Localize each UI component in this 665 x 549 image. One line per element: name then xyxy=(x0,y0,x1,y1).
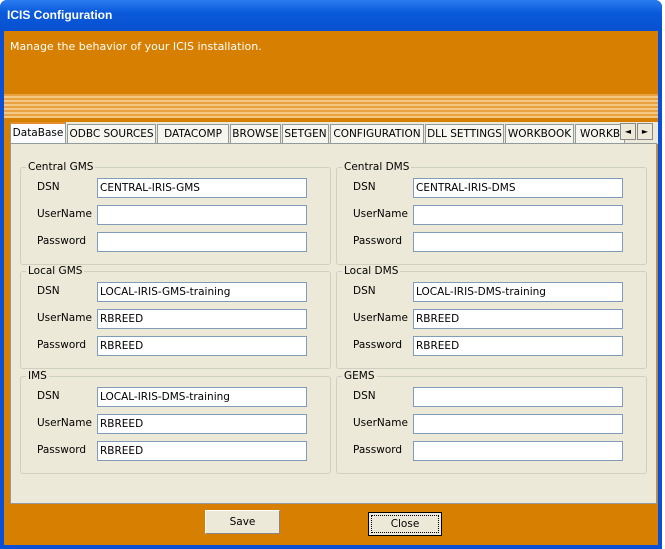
group-title: GEMS xyxy=(342,370,377,382)
header-description: Manage the behavior of your ICIS install… xyxy=(10,40,262,53)
tab-scroll-left-icon[interactable]: ◄ xyxy=(620,123,636,140)
group-central-dms: Central DMS DSN CENTRAL-IRIS-DMS UserName Pa… xyxy=(336,161,647,265)
dsn-input[interactable]: LOCAL-IRIS-DMS-training xyxy=(413,282,623,302)
dsn-label: DSN xyxy=(353,181,376,193)
username-input[interactable] xyxy=(413,414,623,434)
dsn-input[interactable]: LOCAL-IRIS-DMS-training xyxy=(97,387,307,407)
username-label: UserName xyxy=(37,208,92,220)
save-button[interactable]: Save xyxy=(205,510,280,534)
window: ICIS Configuration Manage the behavior o… xyxy=(0,0,662,549)
dsn-label: DSN xyxy=(353,390,376,402)
window-client: Manage the behavior of your ICIS install… xyxy=(4,31,658,545)
tab-workbook[interactable]: WORKBOOK xyxy=(505,124,574,144)
group-gems: GEMS DSN UserName Password xyxy=(336,370,647,474)
group-central-gms: Central GMS DSN CENTRAL-IRIS-GMS UserName Pa… xyxy=(20,161,331,265)
footer: Save Close xyxy=(4,505,658,545)
group-local-gms: Local GMS DSN LOCAL-IRIS-GMS-training UserN… xyxy=(20,265,331,369)
username-input[interactable]: RBREED xyxy=(97,309,307,329)
decorative-stripes xyxy=(4,94,658,118)
group-title: Local GMS xyxy=(26,265,85,277)
password-label: Password xyxy=(37,339,87,351)
group-title: Central DMS xyxy=(342,161,412,173)
database-tab-panel: Central GMS DSN CENTRAL-IRIS-GMS UserName Pa… xyxy=(10,143,657,504)
password-label: Password xyxy=(37,444,87,456)
dsn-input[interactable]: CENTRAL-IRIS-DMS xyxy=(413,178,623,198)
password-input[interactable]: RBREED xyxy=(97,336,307,356)
close-label: Close xyxy=(390,518,420,530)
save-label: Save xyxy=(229,516,256,528)
tab-setgen[interactable]: SETGEN xyxy=(282,124,329,144)
username-input[interactable]: RBREED xyxy=(97,414,307,434)
password-input[interactable]: RBREED xyxy=(97,441,307,461)
username-input[interactable] xyxy=(413,205,623,225)
group-title: IMS xyxy=(26,370,49,382)
group-title: Central GMS xyxy=(26,161,96,173)
dsn-input[interactable] xyxy=(413,387,623,407)
dsn-input[interactable]: LOCAL-IRIS-GMS-training xyxy=(97,282,307,302)
dsn-label: DSN xyxy=(353,285,376,297)
password-input[interactable] xyxy=(413,232,623,252)
window-title: ICIS Configuration xyxy=(7,8,113,22)
username-label: UserName xyxy=(353,312,408,324)
group-title: Local DMS xyxy=(342,265,401,277)
username-label: UserName xyxy=(353,417,408,429)
password-input[interactable]: RBREED xyxy=(413,336,623,356)
username-input[interactable]: RBREED xyxy=(413,309,623,329)
password-label: Password xyxy=(353,444,403,456)
password-label: Password xyxy=(37,235,87,247)
tab-browse[interactable]: BROWSE xyxy=(230,124,281,144)
dsn-label: DSN xyxy=(37,181,60,193)
tab-datacomp[interactable]: DATACOMP xyxy=(157,124,229,144)
tab-database[interactable]: DataBase xyxy=(10,122,66,145)
password-input[interactable] xyxy=(97,232,307,252)
tab-scroll-right-icon[interactable]: ► xyxy=(637,123,653,140)
title-bar[interactable]: ICIS Configuration xyxy=(0,0,662,31)
username-label: UserName xyxy=(353,208,408,220)
tab-strip: DataBase ODBC SOURCES DATACOMP BROWSE SETGEN… xyxy=(10,122,658,145)
group-local-dms: Local DMS DSN LOCAL-IRIS-DMS-training UserN… xyxy=(336,265,647,369)
username-label: UserName xyxy=(37,417,92,429)
close-button[interactable]: Close xyxy=(368,512,442,536)
password-label: Password xyxy=(353,339,403,351)
username-input[interactable] xyxy=(97,205,307,225)
dsn-label: DSN xyxy=(37,285,60,297)
tab-dll-settings[interactable]: DLL SETTINGS xyxy=(425,124,504,144)
dsn-label: DSN xyxy=(37,390,60,402)
password-label: Password xyxy=(353,235,403,247)
password-input[interactable] xyxy=(413,441,623,461)
tab-configuration[interactable]: CONFIGURATION xyxy=(330,124,424,144)
group-ims: IMS DSN LOCAL-IRIS-DMS-training UserName RBR… xyxy=(20,370,331,474)
tab-odbc-sources[interactable]: ODBC SOURCES xyxy=(67,124,156,144)
dsn-input[interactable]: CENTRAL-IRIS-GMS xyxy=(97,178,307,198)
username-label: UserName xyxy=(37,312,92,324)
tab-workbook[interactable]: WORKBOOK xyxy=(575,124,625,144)
